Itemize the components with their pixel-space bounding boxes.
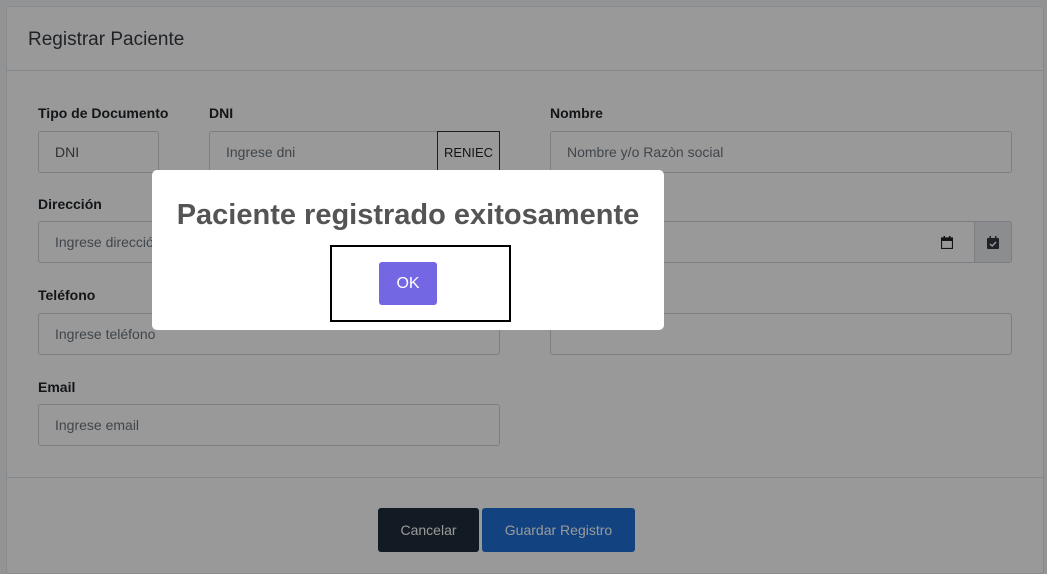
- dialog-title: Paciente registrado exitosamente: [176, 199, 640, 231]
- ok-button[interactable]: OK: [379, 262, 437, 305]
- success-dialog: Paciente registrado exitosamente OK: [152, 170, 664, 330]
